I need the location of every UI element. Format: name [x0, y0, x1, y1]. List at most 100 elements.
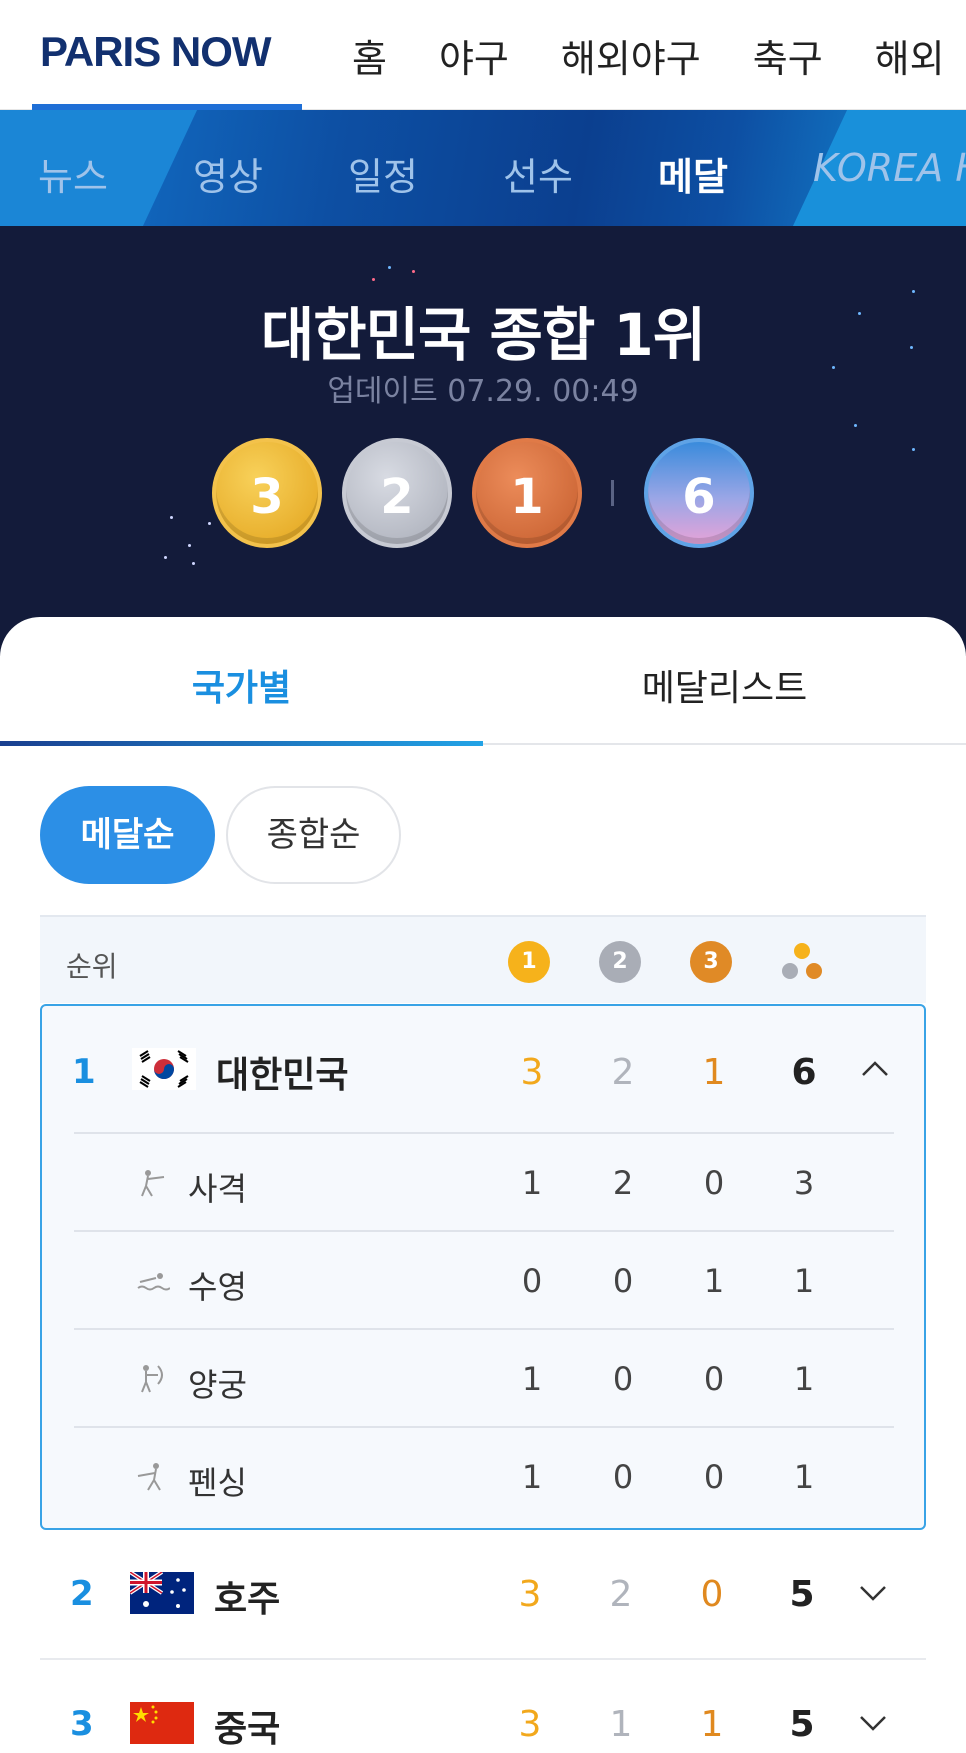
total-count: 5	[789, 1704, 815, 1745]
south-korea-flag-icon	[132, 1048, 196, 1090]
gold-count: 0	[521, 1262, 543, 1300]
firework-sparkle	[208, 522, 211, 525]
bronze-count: 0	[703, 1360, 725, 1398]
chevron-down-icon[interactable]	[858, 1708, 888, 1738]
country-name: 중국	[214, 1709, 281, 1750]
gold-count: 3	[520, 1052, 544, 1093]
total-medal-count: 6	[644, 438, 754, 548]
silver-medal-icon: 2	[599, 941, 641, 983]
tab-medalists[interactable]: 메달리스트	[483, 659, 966, 711]
top-nav-menu: 홈 야구 해외야구 축구 해외	[352, 28, 966, 83]
silver-medal-count: 2	[342, 438, 452, 548]
china-flag-icon	[130, 1702, 194, 1744]
firework-sparkle	[188, 544, 191, 547]
sport-name: 수영	[188, 1268, 247, 1306]
sub-nav-item-schedule[interactable]: 일정	[348, 146, 503, 201]
table-row[interactable]: 2 호주 3 2 0 5	[40, 1530, 926, 1660]
bronze-count: 1	[700, 1704, 724, 1745]
gold-count: 3	[518, 1704, 542, 1745]
fencing-icon	[136, 1460, 170, 1494]
table-row[interactable]: 3 중국 3 1 1 5	[40, 1660, 926, 1753]
top-navigation: PARIS NOW 홈 야구 해외야구 축구 해외	[0, 0, 966, 110]
country-name: 호주	[214, 1579, 281, 1620]
sport-breakdown-row: 양궁 1 0 0 1	[74, 1328, 894, 1426]
silver-count: 0	[612, 1360, 634, 1398]
sub-nav-item-players[interactable]: 선수	[503, 146, 658, 201]
total-medals-icon	[780, 941, 826, 983]
paris-now-logo[interactable]: PARIS NOW	[40, 28, 272, 76]
tab-by-country[interactable]: 국가별	[0, 659, 483, 711]
divider	[611, 480, 614, 506]
total-count: 1	[793, 1360, 815, 1398]
sub-navigation: 뉴스 영상 일정 선수 메달 KOREA H	[0, 110, 966, 226]
firework-sparkle	[192, 562, 195, 565]
shooting-icon	[136, 1166, 170, 1200]
firework-sparkle	[170, 516, 173, 519]
total-count: 6	[791, 1052, 817, 1093]
top-nav-item-overseas[interactable]: 해외	[875, 28, 945, 83]
sport-breakdown-row: 사격 1 2 0 3	[74, 1132, 894, 1230]
country-name: 대한민국	[216, 1055, 349, 1096]
swimming-icon	[136, 1264, 171, 1298]
bronze-count: 1	[702, 1052, 726, 1093]
bronze-count: 0	[700, 1574, 724, 1615]
top-nav-item-home[interactable]: 홈	[352, 28, 387, 83]
bronze-count: 0	[703, 1458, 725, 1496]
rank-number: 1	[72, 1052, 96, 1092]
sport-name: 사격	[188, 1170, 247, 1208]
sort-by-medal-button[interactable]: 메달순	[40, 786, 215, 884]
bronze-medal-count: 1	[472, 438, 582, 548]
silver-count: 2	[609, 1574, 633, 1615]
rank-number: 3	[70, 1704, 94, 1744]
chevron-down-icon[interactable]	[858, 1578, 888, 1608]
rank-column-header: 순위	[66, 950, 118, 983]
gold-medal-count: 3	[212, 438, 322, 548]
table-row-expanded[interactable]: 1 대한민국 3 2 1 6 사격 1 2 0 3 수영 0 0 1 1 양궁 …	[40, 1004, 926, 1530]
bronze-count: 0	[703, 1164, 725, 1202]
gold-count: 1	[521, 1360, 543, 1398]
rank-number: 2	[70, 1574, 94, 1614]
sub-nav-item-korea-house[interactable]: KOREA H	[813, 146, 966, 201]
total-count: 3	[793, 1164, 815, 1202]
bronze-count: 1	[703, 1262, 725, 1300]
bronze-medal-icon: 3	[690, 941, 732, 983]
firework-sparkle	[164, 556, 167, 559]
total-count: 1	[793, 1262, 815, 1300]
total-count: 1	[793, 1458, 815, 1496]
sport-name: 양궁	[188, 1366, 247, 1404]
firework-sparkle	[912, 448, 915, 451]
gold-count: 1	[521, 1458, 543, 1496]
top-nav-item-overseas-baseball[interactable]: 해외야구	[561, 28, 701, 83]
chevron-up-icon[interactable]	[860, 1054, 890, 1084]
sub-nav-item-medals[interactable]: 메달	[658, 146, 813, 201]
firework-sparkle	[412, 270, 415, 273]
sub-nav-menu: 뉴스 영상 일정 선수 메달 KOREA H	[38, 146, 966, 201]
sport-breakdown-row: 수영 0 0 1 1	[74, 1230, 894, 1328]
gold-count: 1	[521, 1164, 543, 1202]
silver-count: 0	[612, 1262, 634, 1300]
firework-sparkle	[372, 278, 375, 281]
medal-summary-hero: 대한민국 종합 1위 업데이트 07.29. 00:49 3 2 1 6	[0, 226, 966, 656]
sort-by-total-button[interactable]: 종합순	[226, 786, 401, 884]
update-timestamp: 업데이트 07.29. 00:49	[327, 374, 639, 409]
gold-count: 3	[518, 1574, 542, 1615]
top-nav-item-soccer[interactable]: 축구	[753, 28, 823, 83]
sub-nav-item-news[interactable]: 뉴스	[38, 146, 193, 201]
silver-count: 0	[612, 1458, 634, 1496]
silver-count: 1	[609, 1704, 633, 1745]
total-count: 5	[789, 1574, 815, 1615]
ranking-headline: 대한민국 종합 1위	[260, 301, 706, 369]
firework-sparkle	[388, 266, 391, 269]
archery-icon	[136, 1362, 170, 1396]
sub-nav-item-video[interactable]: 영상	[193, 146, 348, 201]
silver-count: 2	[611, 1052, 635, 1093]
sport-breakdown-row: 펜싱 1 0 0 1	[74, 1426, 894, 1524]
firework-sparkle	[854, 424, 857, 427]
divider	[483, 743, 966, 745]
sport-name: 펜싱	[188, 1464, 247, 1502]
medal-table-header: 순위 1 2 3	[40, 915, 926, 1003]
view-tabs: 국가별 메달리스트	[0, 617, 966, 747]
top-nav-item-baseball[interactable]: 야구	[439, 28, 509, 83]
gold-medal-icon: 1	[508, 941, 550, 983]
active-tab-indicator	[0, 741, 483, 746]
